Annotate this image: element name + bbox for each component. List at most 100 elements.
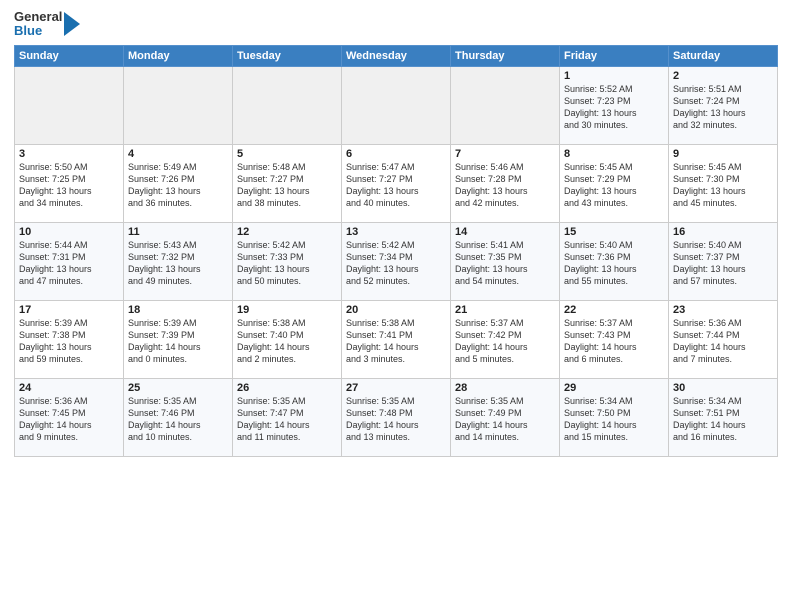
- day-number: 16: [673, 226, 773, 238]
- calendar-day-cell: 16Sunrise: 5:40 AM Sunset: 7:37 PM Dayli…: [669, 222, 778, 300]
- day-number: 25: [128, 382, 228, 394]
- header: GeneralBlue: [14, 10, 778, 39]
- calendar-day-cell: 20Sunrise: 5:38 AM Sunset: 7:41 PM Dayli…: [342, 300, 451, 378]
- day-number: 21: [455, 304, 555, 316]
- calendar-day-cell: 28Sunrise: 5:35 AM Sunset: 7:49 PM Dayli…: [451, 378, 560, 456]
- logo-arrow-icon: [64, 12, 80, 36]
- calendar-day-cell: 18Sunrise: 5:39 AM Sunset: 7:39 PM Dayli…: [124, 300, 233, 378]
- day-info: Sunrise: 5:43 AM Sunset: 7:32 PM Dayligh…: [128, 239, 228, 288]
- calendar-page: GeneralBlue SundayMondayTuesdayWednesday…: [0, 0, 792, 612]
- day-info: Sunrise: 5:37 AM Sunset: 7:43 PM Dayligh…: [564, 317, 664, 366]
- day-info: Sunrise: 5:35 AM Sunset: 7:46 PM Dayligh…: [128, 395, 228, 444]
- calendar-table: SundayMondayTuesdayWednesdayThursdayFrid…: [14, 45, 778, 457]
- calendar-day-cell: 19Sunrise: 5:38 AM Sunset: 7:40 PM Dayli…: [233, 300, 342, 378]
- calendar-day-cell: 8Sunrise: 5:45 AM Sunset: 7:29 PM Daylig…: [560, 144, 669, 222]
- calendar-day-cell: [233, 66, 342, 144]
- calendar-day-cell: 13Sunrise: 5:42 AM Sunset: 7:34 PM Dayli…: [342, 222, 451, 300]
- weekday-header-sunday: Sunday: [15, 45, 124, 66]
- day-info: Sunrise: 5:35 AM Sunset: 7:47 PM Dayligh…: [237, 395, 337, 444]
- day-number: 8: [564, 148, 664, 160]
- day-info: Sunrise: 5:41 AM Sunset: 7:35 PM Dayligh…: [455, 239, 555, 288]
- calendar-header-row: SundayMondayTuesdayWednesdayThursdayFrid…: [15, 45, 778, 66]
- calendar-day-cell: 3Sunrise: 5:50 AM Sunset: 7:25 PM Daylig…: [15, 144, 124, 222]
- logo-general: General: [14, 10, 62, 24]
- weekday-header-saturday: Saturday: [669, 45, 778, 66]
- calendar-week-row: 1Sunrise: 5:52 AM Sunset: 7:23 PM Daylig…: [15, 66, 778, 144]
- calendar-day-cell: 21Sunrise: 5:37 AM Sunset: 7:42 PM Dayli…: [451, 300, 560, 378]
- calendar-day-cell: 12Sunrise: 5:42 AM Sunset: 7:33 PM Dayli…: [233, 222, 342, 300]
- weekday-header-thursday: Thursday: [451, 45, 560, 66]
- day-number: 17: [19, 304, 119, 316]
- day-info: Sunrise: 5:52 AM Sunset: 7:23 PM Dayligh…: [564, 83, 664, 132]
- calendar-day-cell: [15, 66, 124, 144]
- calendar-day-cell: 6Sunrise: 5:47 AM Sunset: 7:27 PM Daylig…: [342, 144, 451, 222]
- day-info: Sunrise: 5:51 AM Sunset: 7:24 PM Dayligh…: [673, 83, 773, 132]
- day-number: 27: [346, 382, 446, 394]
- calendar-day-cell: 27Sunrise: 5:35 AM Sunset: 7:48 PM Dayli…: [342, 378, 451, 456]
- day-info: Sunrise: 5:48 AM Sunset: 7:27 PM Dayligh…: [237, 161, 337, 210]
- calendar-day-cell: 5Sunrise: 5:48 AM Sunset: 7:27 PM Daylig…: [233, 144, 342, 222]
- day-info: Sunrise: 5:49 AM Sunset: 7:26 PM Dayligh…: [128, 161, 228, 210]
- day-info: Sunrise: 5:35 AM Sunset: 7:49 PM Dayligh…: [455, 395, 555, 444]
- calendar-day-cell: 4Sunrise: 5:49 AM Sunset: 7:26 PM Daylig…: [124, 144, 233, 222]
- day-info: Sunrise: 5:34 AM Sunset: 7:50 PM Dayligh…: [564, 395, 664, 444]
- day-info: Sunrise: 5:46 AM Sunset: 7:28 PM Dayligh…: [455, 161, 555, 210]
- day-info: Sunrise: 5:40 AM Sunset: 7:36 PM Dayligh…: [564, 239, 664, 288]
- day-info: Sunrise: 5:36 AM Sunset: 7:44 PM Dayligh…: [673, 317, 773, 366]
- day-number: 28: [455, 382, 555, 394]
- calendar-day-cell: 11Sunrise: 5:43 AM Sunset: 7:32 PM Dayli…: [124, 222, 233, 300]
- day-number: 1: [564, 70, 664, 82]
- weekday-header-monday: Monday: [124, 45, 233, 66]
- day-number: 26: [237, 382, 337, 394]
- day-info: Sunrise: 5:42 AM Sunset: 7:33 PM Dayligh…: [237, 239, 337, 288]
- day-number: 9: [673, 148, 773, 160]
- day-number: 2: [673, 70, 773, 82]
- calendar-day-cell: 26Sunrise: 5:35 AM Sunset: 7:47 PM Dayli…: [233, 378, 342, 456]
- day-number: 19: [237, 304, 337, 316]
- calendar-week-row: 24Sunrise: 5:36 AM Sunset: 7:45 PM Dayli…: [15, 378, 778, 456]
- day-info: Sunrise: 5:45 AM Sunset: 7:30 PM Dayligh…: [673, 161, 773, 210]
- calendar-week-row: 17Sunrise: 5:39 AM Sunset: 7:38 PM Dayli…: [15, 300, 778, 378]
- calendar-day-cell: [451, 66, 560, 144]
- day-info: Sunrise: 5:38 AM Sunset: 7:40 PM Dayligh…: [237, 317, 337, 366]
- day-info: Sunrise: 5:34 AM Sunset: 7:51 PM Dayligh…: [673, 395, 773, 444]
- day-info: Sunrise: 5:42 AM Sunset: 7:34 PM Dayligh…: [346, 239, 446, 288]
- weekday-header-tuesday: Tuesday: [233, 45, 342, 66]
- calendar-week-row: 10Sunrise: 5:44 AM Sunset: 7:31 PM Dayli…: [15, 222, 778, 300]
- calendar-day-cell: 17Sunrise: 5:39 AM Sunset: 7:38 PM Dayli…: [15, 300, 124, 378]
- calendar-day-cell: 25Sunrise: 5:35 AM Sunset: 7:46 PM Dayli…: [124, 378, 233, 456]
- weekday-header-wednesday: Wednesday: [342, 45, 451, 66]
- calendar-day-cell: 30Sunrise: 5:34 AM Sunset: 7:51 PM Dayli…: [669, 378, 778, 456]
- day-info: Sunrise: 5:47 AM Sunset: 7:27 PM Dayligh…: [346, 161, 446, 210]
- day-number: 13: [346, 226, 446, 238]
- weekday-header-friday: Friday: [560, 45, 669, 66]
- day-info: Sunrise: 5:37 AM Sunset: 7:42 PM Dayligh…: [455, 317, 555, 366]
- day-info: Sunrise: 5:40 AM Sunset: 7:37 PM Dayligh…: [673, 239, 773, 288]
- day-info: Sunrise: 5:38 AM Sunset: 7:41 PM Dayligh…: [346, 317, 446, 366]
- day-number: 6: [346, 148, 446, 160]
- day-number: 18: [128, 304, 228, 316]
- day-number: 20: [346, 304, 446, 316]
- calendar-day-cell: 1Sunrise: 5:52 AM Sunset: 7:23 PM Daylig…: [560, 66, 669, 144]
- day-number: 12: [237, 226, 337, 238]
- day-info: Sunrise: 5:35 AM Sunset: 7:48 PM Dayligh…: [346, 395, 446, 444]
- calendar-day-cell: [124, 66, 233, 144]
- calendar-day-cell: [342, 66, 451, 144]
- day-number: 11: [128, 226, 228, 238]
- day-info: Sunrise: 5:36 AM Sunset: 7:45 PM Dayligh…: [19, 395, 119, 444]
- day-number: 24: [19, 382, 119, 394]
- calendar-day-cell: 10Sunrise: 5:44 AM Sunset: 7:31 PM Dayli…: [15, 222, 124, 300]
- calendar-week-row: 3Sunrise: 5:50 AM Sunset: 7:25 PM Daylig…: [15, 144, 778, 222]
- day-number: 22: [564, 304, 664, 316]
- day-number: 23: [673, 304, 773, 316]
- day-info: Sunrise: 5:39 AM Sunset: 7:38 PM Dayligh…: [19, 317, 119, 366]
- day-number: 15: [564, 226, 664, 238]
- calendar-day-cell: 9Sunrise: 5:45 AM Sunset: 7:30 PM Daylig…: [669, 144, 778, 222]
- day-number: 14: [455, 226, 555, 238]
- calendar-day-cell: 23Sunrise: 5:36 AM Sunset: 7:44 PM Dayli…: [669, 300, 778, 378]
- day-info: Sunrise: 5:45 AM Sunset: 7:29 PM Dayligh…: [564, 161, 664, 210]
- logo-area: GeneralBlue: [14, 10, 80, 39]
- calendar-day-cell: 24Sunrise: 5:36 AM Sunset: 7:45 PM Dayli…: [15, 378, 124, 456]
- day-info: Sunrise: 5:50 AM Sunset: 7:25 PM Dayligh…: [19, 161, 119, 210]
- day-number: 4: [128, 148, 228, 160]
